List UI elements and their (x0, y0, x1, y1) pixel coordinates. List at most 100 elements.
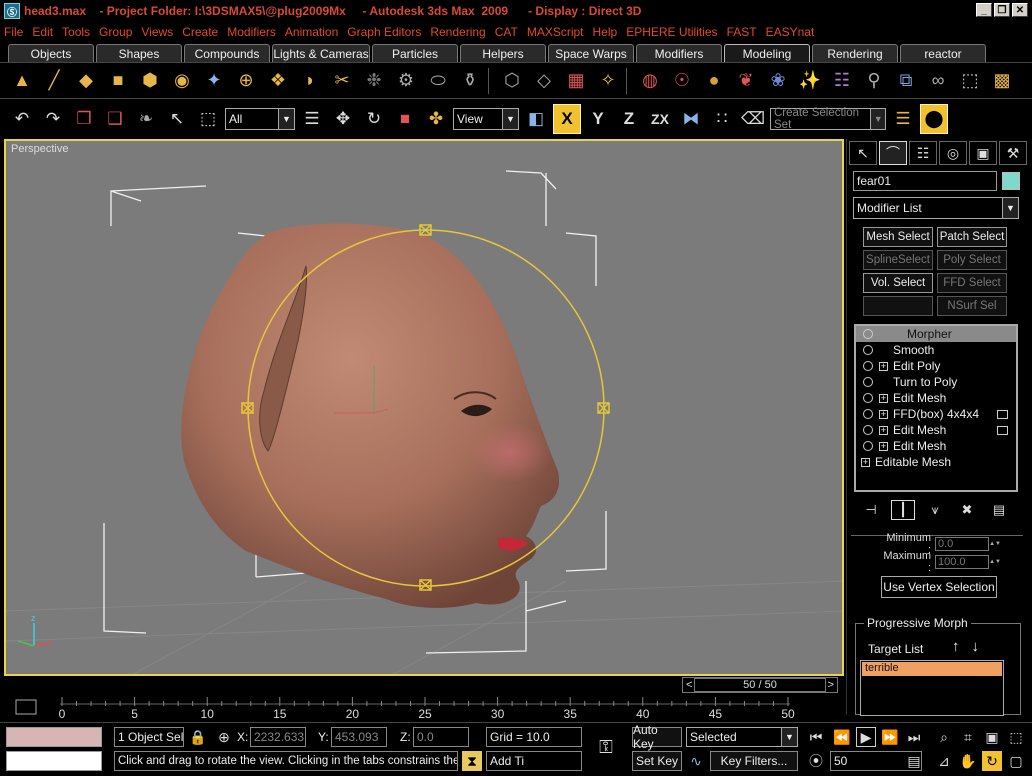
vol-select-button[interactable]: Vol. Select (863, 273, 933, 293)
poly-select-button[interactable]: Poly Select (937, 250, 1007, 270)
time-tag-icon[interactable]: ⧗ (462, 751, 482, 771)
tab-objects[interactable]: Objects (8, 44, 94, 62)
nsurf-sel-button[interactable]: NSurf Sel (937, 296, 1007, 316)
menu-create[interactable]: Create (182, 25, 218, 39)
hierarchy-tab-icon[interactable]: ☷ (909, 141, 937, 165)
bevel-icon[interactable]: ◗ (296, 67, 324, 95)
expand-icon[interactable]: + (879, 393, 888, 403)
move-up-icon[interactable]: ↑ (952, 638, 960, 655)
swift-loop-icon[interactable]: ✧ (594, 67, 622, 95)
key-filters-button[interactable]: Key Filters... (710, 751, 798, 771)
spinner-arrows-icon[interactable]: ▲▼ (989, 555, 1001, 569)
expand-icon[interactable]: + (861, 457, 870, 467)
select-and-rotate-icon[interactable]: ↻ (360, 104, 388, 134)
select-and-link-icon[interactable]: ❐ (70, 104, 98, 134)
display-tab-icon[interactable]: ▣ (969, 141, 997, 165)
polygon-icon[interactable]: ■ (104, 67, 132, 95)
menu-modifiers[interactable]: Modifiers (227, 25, 276, 39)
perspective-viewport[interactable]: z Perspective (4, 139, 844, 676)
array-icon[interactable]: ∷ (708, 104, 736, 134)
maximize-viewport-icon[interactable]: ▢ (1006, 751, 1026, 771)
play-icon[interactable]: ▶ (856, 727, 876, 747)
go-to-end-icon[interactable]: ⏭ (904, 727, 924, 747)
move-down-icon[interactable]: ↓ (972, 638, 980, 655)
make-unique-icon[interactable]: ⩛ (923, 500, 947, 520)
tab-compounds[interactable]: Compounds (184, 44, 270, 62)
time-slider-thumb[interactable]: 50 / 50 (694, 678, 826, 692)
next-frame-icon[interactable]: ⏩ (880, 727, 900, 747)
previous-frame-icon[interactable]: ⏪ (832, 727, 852, 747)
lightbulb-icon[interactable] (863, 409, 873, 419)
time-configuration-icon[interactable]: ▤ (904, 751, 924, 771)
disc-icon[interactable]: ⬭ (424, 67, 452, 95)
splineselect-button[interactable]: SplineSelect (863, 250, 933, 270)
head-model[interactable] (181, 223, 560, 608)
face-icon[interactable]: ◆ (72, 67, 100, 95)
stack-item[interactable]: + Edit Poly (856, 358, 1016, 374)
menu-group[interactable]: Group (99, 25, 132, 39)
mesh-sphere-icon[interactable]: ◍ (636, 67, 664, 95)
edge-icon[interactable]: ╱ (40, 67, 68, 95)
menu-help[interactable]: Help (593, 25, 618, 39)
selection-filter-dropdown[interactable]: All ▼ (225, 107, 295, 130)
stack-item[interactable]: Turn to Poly (856, 374, 1016, 390)
lattice-icon[interactable]: ☷ (828, 67, 856, 95)
expand-icon[interactable]: + (879, 409, 888, 419)
maxscript-listener-mini[interactable] (6, 727, 102, 747)
hex-mesh-icon[interactable]: ⬡ (498, 67, 526, 95)
lightbulb-icon[interactable] (863, 345, 873, 355)
select-and-move-icon[interactable]: ✥ (329, 104, 357, 134)
expand-icon[interactable]: + (879, 361, 888, 371)
create-tab-icon[interactable]: ↖ (849, 141, 877, 165)
menu-edit[interactable]: Edit (32, 25, 53, 39)
lock-selection-icon[interactable]: 🔒 (188, 727, 208, 747)
open-mini-curve-editor-icon[interactable] (15, 699, 37, 715)
use-vertex-selection-button[interactable]: Use Vertex Selection (881, 576, 997, 598)
axis-zx-button[interactable]: ZX (646, 104, 674, 134)
undo-icon[interactable]: ↶ (8, 104, 36, 134)
pin-stack-icon[interactable]: ⊣ (859, 500, 883, 520)
lightbulb-icon[interactable] (863, 361, 873, 371)
select-by-name-icon[interactable]: ☰ (298, 104, 326, 134)
menu-cat[interactable]: CAT (495, 25, 518, 39)
lightbulb-icon[interactable] (863, 441, 873, 451)
extrude-icon[interactable]: ❖ (264, 67, 292, 95)
material-editor-icon[interactable]: ⬤ (920, 103, 948, 134)
minimize-button[interactable]: _ (976, 3, 992, 17)
sparkle-icon[interactable]: ✨ (796, 67, 824, 95)
auto-key-button[interactable]: Auto Key (632, 723, 682, 751)
expand-icon[interactable]: + (879, 425, 888, 435)
mirror-icon[interactable]: ⧓ (677, 104, 705, 134)
go-to-start-icon[interactable]: ⏮ (806, 727, 826, 747)
maxscript-input-mini[interactable] (6, 751, 102, 771)
configure-modifier-sets-icon[interactable]: ▤ (987, 500, 1011, 520)
lightbulb-icon[interactable] (863, 329, 873, 339)
ffd-select-button[interactable]: FFD Select (937, 273, 1007, 293)
chamfer-icon[interactable]: ⊕ (232, 67, 260, 95)
absolute-mode-icon[interactable]: ⊕ (214, 727, 234, 747)
pan-view-icon[interactable]: ✋ (958, 751, 978, 771)
grid-plane-icon[interactable]: ▦ (562, 67, 590, 95)
bridge-icon[interactable]: ✂ (328, 67, 356, 95)
tab-modifiers[interactable]: Modifiers (636, 44, 722, 62)
menu-file[interactable]: File (4, 25, 23, 39)
add-time-tag-field[interactable]: Add Ti (486, 751, 582, 771)
z-coord-field[interactable]: 0.0 (413, 727, 469, 747)
target-list-item[interactable]: terrible (862, 662, 1002, 676)
key-icon[interactable]: ⚿ (596, 737, 616, 757)
zoom-extents-icon[interactable]: ▣ (982, 727, 1002, 747)
expand-icon[interactable]: + (879, 441, 888, 451)
viewport-label[interactable]: Perspective (11, 143, 68, 155)
stack-item[interactable]: Morpher (856, 326, 1016, 342)
key-mode-dropdown[interactable]: Selected ▼ (686, 727, 798, 747)
relax-icon[interactable]: ❉ (360, 67, 388, 95)
stack-item[interactable]: + Edit Mesh (856, 390, 1016, 406)
menu-animation[interactable]: Animation (285, 25, 338, 39)
menu-graph-editors[interactable]: Graph Editors (347, 25, 421, 39)
tab-helpers[interactable]: Helpers (460, 44, 546, 62)
eraser-icon[interactable]: ⌫ (739, 104, 767, 134)
object-color-swatch[interactable] (1002, 172, 1020, 190)
patch-select-button[interactable]: Patch Select (937, 227, 1007, 247)
spinner-arrows-icon[interactable]: ▲▼ (989, 537, 1001, 551)
tab-shapes[interactable]: Shapes (96, 44, 182, 62)
